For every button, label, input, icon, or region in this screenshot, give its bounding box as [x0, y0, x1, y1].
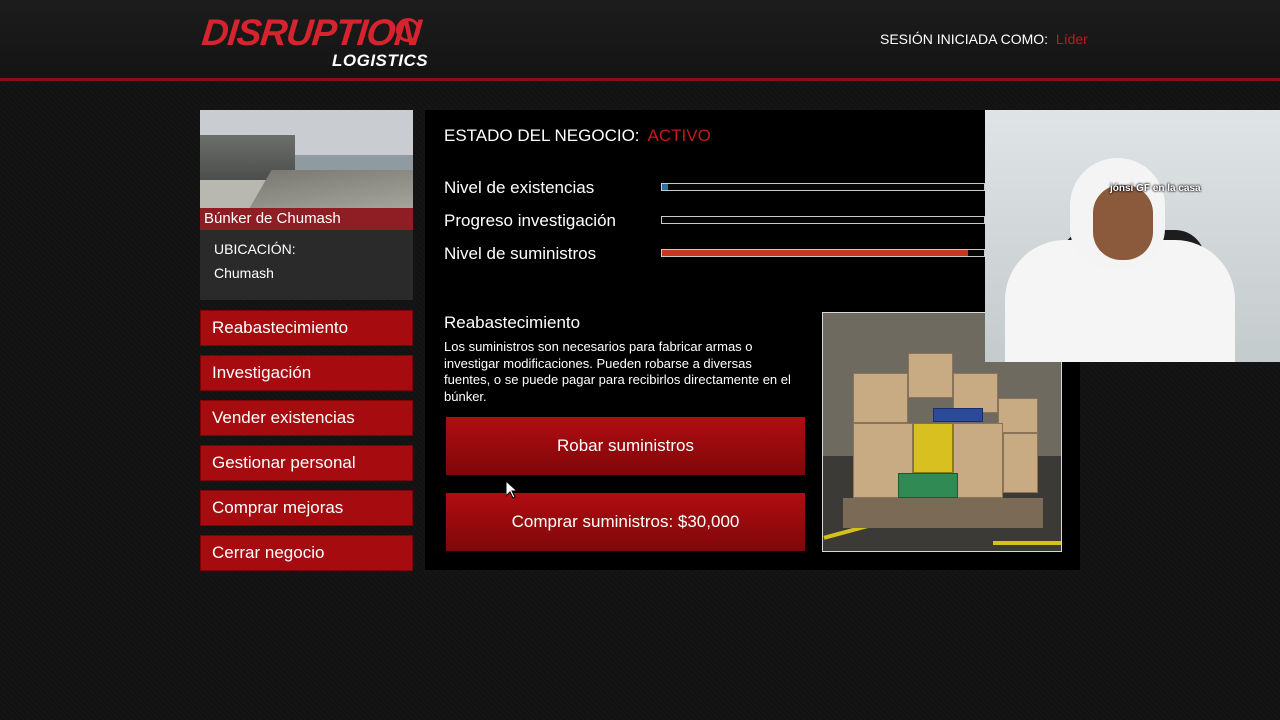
stock-level-bar	[661, 183, 985, 191]
supplies-level-bar	[661, 249, 985, 257]
logo-sub-text: LOGISTICS	[332, 51, 429, 70]
research-progress-bar	[661, 216, 985, 224]
mouse-cursor-icon	[506, 481, 518, 499]
location-label: UBICACIÓN:	[214, 241, 296, 257]
menu-item-research[interactable]: Investigación	[200, 355, 413, 391]
disruption-logistics-logo: DISRUPTION LOGISTICS	[200, 12, 435, 72]
stock-level-label: Nivel de existencias	[444, 178, 595, 197]
bunker-thumbnail	[200, 110, 413, 210]
webcam-overlay: jónsi GF en la casa	[985, 110, 1280, 362]
logo-main-text: DISRUPTION	[199, 12, 423, 53]
stock-level-fill	[662, 184, 669, 190]
session-info: SESIÓN INICIADA COMO: Líder	[880, 31, 1088, 47]
steal-supplies-button[interactable]: Robar suministros	[446, 417, 805, 475]
supplies-level-label: Nivel de suministros	[444, 244, 597, 263]
supplies-level-fill	[662, 250, 968, 256]
location-value: Chumash	[214, 265, 274, 281]
status-value: ACTIVO	[647, 126, 711, 145]
menu-item-manage-staff[interactable]: Gestionar personal	[200, 445, 413, 481]
business-name: Búnker de Chumash	[200, 208, 413, 230]
logo-crosshair-icon	[396, 18, 420, 42]
business-card: Búnker de Chumash UBICACIÓN: Chumash	[200, 110, 413, 300]
header-bar: DISRUPTION LOGISTICS SESIÓN INICIADA COM…	[0, 0, 1280, 81]
menu-item-close-business[interactable]: Cerrar negocio	[200, 535, 413, 571]
status-label: ESTADO DEL NEGOCIO:	[444, 126, 640, 145]
buy-supplies-button[interactable]: Comprar suministros: $30,000	[446, 493, 805, 551]
session-label: SESIÓN INICIADA COMO:	[880, 31, 1049, 47]
resupply-description: Los suministros son necesarios para fabr…	[444, 339, 791, 404]
session-value: Líder	[1055, 31, 1088, 47]
webcam-caption: jónsi GF en la casa	[1110, 183, 1201, 194]
menu-item-resupply[interactable]: Reabastecimiento	[200, 310, 413, 346]
resupply-title: Reabastecimiento	[444, 313, 581, 332]
research-progress-label: Progreso investigación	[444, 211, 616, 230]
menu-item-sell-stock[interactable]: Vender existencias	[200, 400, 413, 436]
menu-item-buy-upgrades[interactable]: Comprar mejoras	[200, 490, 413, 526]
business-status: ESTADO DEL NEGOCIO: ACTIVO	[444, 126, 711, 146]
